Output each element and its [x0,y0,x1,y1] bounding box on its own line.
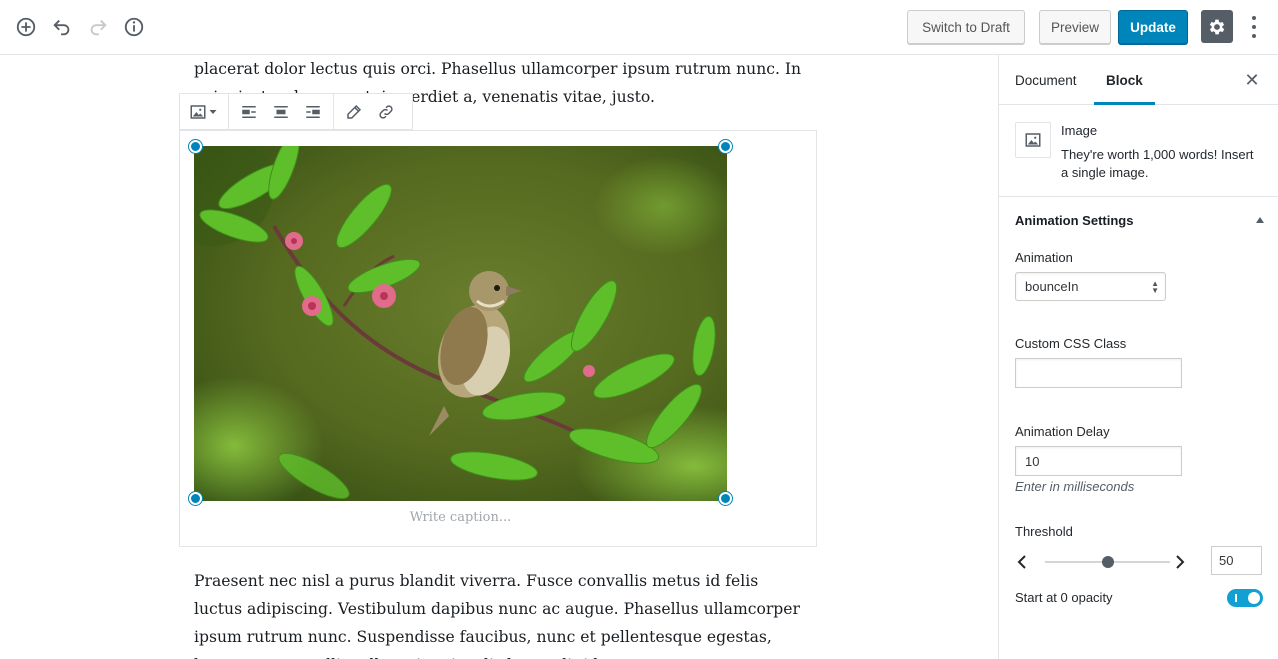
animation-label: Animation [1015,250,1073,265]
link-icon [379,104,393,119]
opacity-label: Start at 0 opacity [1015,590,1113,605]
undo-icon[interactable] [49,14,75,40]
image-icon [190,104,206,119]
align-right-button[interactable] [297,98,329,126]
chevron-left-icon[interactable] [1015,553,1029,571]
block-title: Image [1061,123,1098,138]
info-icon[interactable] [121,14,147,40]
caret-down-icon [209,109,217,114]
gear-icon [1209,19,1225,34]
tab-block[interactable]: Block [1094,55,1155,105]
delay-input[interactable]: 10 [1015,446,1182,476]
bird-photo[interactable] [194,146,727,501]
insert-link-button[interactable] [370,98,402,126]
align-center-button[interactable] [265,98,297,126]
block-description: They're worth 1,000 words! Insert a sing… [1061,147,1254,180]
toggle-on-indicator [1235,594,1237,602]
align-right-icon [306,105,320,118]
resize-handle-bottom-left[interactable] [189,492,202,505]
delay-label: Animation Delay [1015,424,1110,439]
opacity-toggle[interactable] [1227,589,1263,607]
tab-document[interactable]: Document [1015,55,1077,105]
block-card: Image They're worth 1,000 words! Insert … [999,105,1278,197]
editor-header: Switch to Draft Preview Update [0,0,1278,55]
align-left-icon [242,105,256,118]
edit-image-button[interactable] [338,98,370,126]
preview-button[interactable]: Preview [1039,10,1111,44]
update-button[interactable]: Update [1118,10,1188,44]
image-icon [1015,122,1051,158]
slider-thumb[interactable] [1101,556,1114,568]
select-arrows-icon: ▲ ▼ [1151,279,1159,295]
toggle-knob [1248,592,1260,604]
editor-canvas: placerat dolor lectus quis orci. Phasell… [0,55,998,659]
pencil-icon [347,104,362,119]
add-block-icon[interactable] [13,14,39,40]
align-center-icon [274,105,288,118]
animation-select-value: bounceIn [1025,279,1079,294]
css-class-input[interactable] [1015,358,1182,388]
resize-handle-top-left[interactable] [189,140,202,153]
chevron-right-icon[interactable] [1173,553,1187,571]
more-menu-icon[interactable] [1249,16,1259,38]
paragraph-block[interactable]: Praesent nec nisl a purus blandit viverr… [194,567,804,659]
align-left-button[interactable] [233,98,265,126]
redo-icon[interactable] [85,14,111,40]
resize-handle-bottom-right[interactable] [719,492,732,505]
caret-up-icon[interactable] [1256,217,1264,223]
delay-help: Enter in milliseconds [1015,479,1135,494]
block-toolbar [179,93,413,130]
threshold-label: Threshold [1015,524,1073,539]
css-class-label: Custom CSS Class [1015,336,1127,351]
block-switcher-button[interactable] [184,98,224,126]
settings-sidebar: Document Block ✕ Image They're worth 1,0… [998,55,1278,659]
switch-to-draft-button[interactable]: Switch to Draft [907,10,1025,44]
settings-button[interactable] [1201,10,1233,43]
caption-input[interactable]: Write caption... [180,510,741,525]
resize-handle-top-right[interactable] [719,140,732,153]
close-icon[interactable]: ✕ [1242,70,1262,90]
sidebar-tabs: Document Block ✕ [999,55,1278,105]
threshold-input[interactable]: 50 [1211,546,1262,575]
panel-title[interactable]: Animation Settings [1015,213,1133,228]
animation-select[interactable]: bounceIn ▲ ▼ [1015,272,1166,301]
